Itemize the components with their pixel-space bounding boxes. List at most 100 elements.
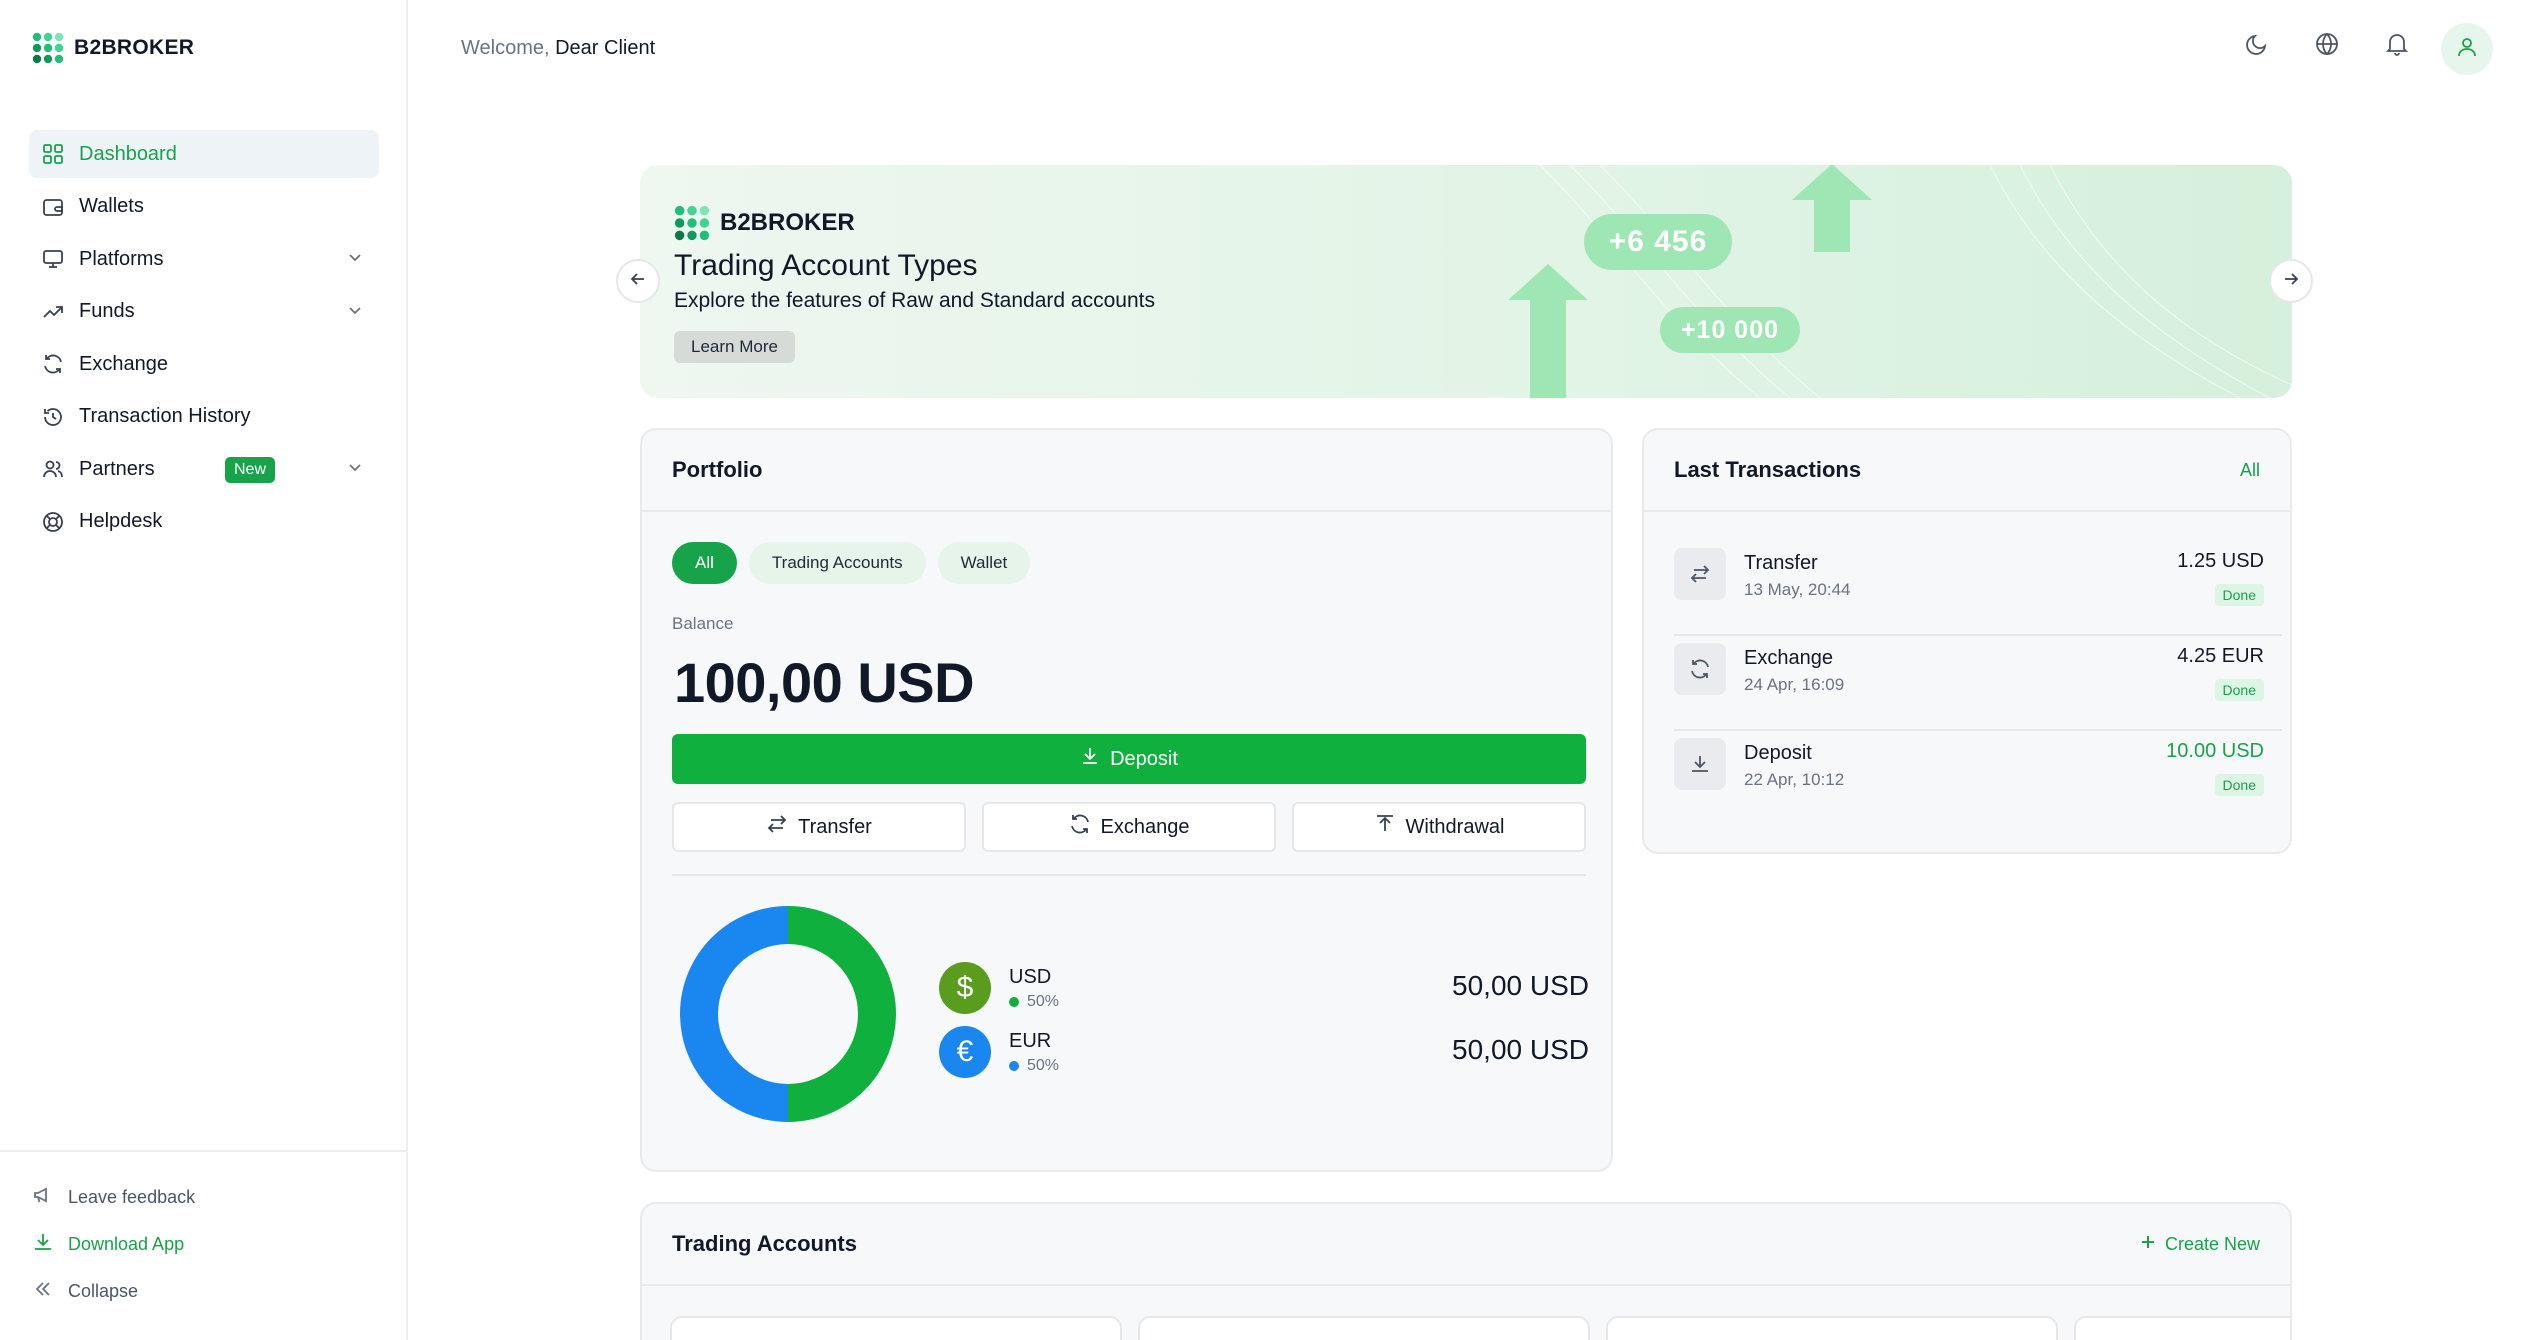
withdrawal-button[interactable]: Withdrawal (1292, 802, 1586, 852)
learn-more-button[interactable]: Learn More (674, 331, 795, 363)
welcome-text: Welcome, Dear Client (461, 37, 655, 60)
create-new-button[interactable]: Create New (2139, 1233, 2260, 1256)
trading-accounts-card: Trading Accounts Create New (640, 1202, 2292, 1340)
collapse-label: Collapse (68, 1281, 139, 1301)
transfer-button[interactable]: Transfer (672, 802, 966, 852)
sidebar-item-transaction-history[interactable]: Transaction History (29, 393, 379, 441)
tab-trading-accounts[interactable]: Trading Accounts (748, 542, 926, 584)
transactions-header: Last Transactions All (1644, 430, 2290, 512)
leave-feedback-label: Leave feedback (68, 1187, 196, 1207)
bell-icon (2384, 31, 2410, 62)
balance-value: 100,00 USD (674, 651, 975, 714)
currency-amount: 50,00 USD (1452, 1034, 1589, 1065)
arrow-right-icon (2281, 269, 2301, 294)
chevron-down-icon[interactable] (345, 247, 365, 273)
tab-wallet[interactable]: Wallet (937, 542, 1031, 584)
arrow-left-icon (628, 269, 648, 294)
banner-title: Trading Account Types (674, 249, 978, 282)
transaction-type: Transfer (1744, 552, 1818, 574)
banner-brand-name: B2BROKER (720, 209, 855, 236)
legend-dot (1009, 1061, 1019, 1071)
transaction-type: Deposit (1744, 742, 1812, 764)
user-avatar[interactable] (2441, 23, 2493, 75)
upload-icon (1374, 813, 1396, 841)
language-button[interactable] (2310, 29, 2344, 63)
trading-account-card[interactable] (1138, 1316, 1590, 1340)
megaphone-icon (32, 1184, 54, 1211)
transfer-label: Transfer (798, 815, 872, 838)
sidebar-item-label: Transaction History (79, 405, 251, 427)
deposit-label: Deposit (1110, 747, 1178, 770)
sidebar-item-wallets[interactable]: Wallets (29, 183, 379, 231)
deposit-button[interactable]: Deposit (672, 734, 1586, 784)
banner-prev-button[interactable] (616, 259, 660, 303)
notifications-button[interactable] (2380, 29, 2414, 63)
portfolio-donut-chart (680, 906, 896, 1122)
wallet-icon (41, 195, 65, 219)
trend-up-icon (41, 300, 65, 324)
promo-banner: B2BROKER Trading Account Types Explore t… (640, 165, 2292, 398)
sidebar-nav: Dashboard Wallets Platforms Funds Exchan… (29, 130, 379, 550)
sidebar-item-label: Partners (79, 457, 155, 480)
portfolio-tabs: All Trading Accounts Wallet (672, 542, 1031, 584)
tab-all[interactable]: All (672, 542, 737, 584)
status-badge: Done (2214, 774, 2264, 796)
currency-row-eur: € EUR 50% 50,00 USD (939, 1024, 1589, 1080)
banner-next-button[interactable] (2269, 259, 2313, 303)
download-icon (1080, 746, 1100, 772)
user-icon (2455, 35, 2479, 64)
exchange-button[interactable]: Exchange (982, 802, 1276, 852)
sidebar-item-label: Wallets (79, 195, 144, 217)
chevron-down-icon[interactable] (345, 457, 365, 483)
download-app-link[interactable]: Download App (32, 1231, 184, 1258)
sidebar-item-exchange[interactable]: Exchange (29, 340, 379, 388)
sidebar-item-label: Exchange (79, 352, 168, 375)
portfolio-title: Portfolio (672, 457, 763, 482)
transaction-row[interactable]: Deposit 22 Apr, 10:12 10.00 USD Done (1674, 720, 2264, 814)
monitor-icon (41, 247, 65, 271)
legend-dot (1009, 997, 1019, 1007)
transaction-row[interactable]: Exchange 24 Apr, 16:09 4.25 EUR Done (1674, 625, 2264, 719)
trading-account-card[interactable] (1606, 1316, 2058, 1340)
banner-brand: B2BROKER (674, 205, 855, 241)
trading-account-card[interactable] (2074, 1316, 2290, 1340)
sidebar: B2BROKER Dashboard Wallets Platforms Fun… (0, 0, 408, 1340)
currency-amount: 50,00 USD (1452, 970, 1589, 1001)
portfolio-divider (672, 874, 1586, 876)
lifebuoy-icon (41, 510, 65, 534)
exchange-label: Exchange (1100, 815, 1190, 838)
download-icon (32, 1231, 54, 1258)
create-new-label: Create New (2164, 1233, 2260, 1254)
transaction-date: 24 Apr, 16:09 (1744, 675, 1845, 694)
view-all-link[interactable]: All (2240, 460, 2260, 481)
sidebar-footer: Leave feedback Download App Collapse (0, 1150, 406, 1340)
brand-logo[interactable]: B2BROKER (32, 32, 194, 64)
refresh-icon (1674, 643, 1726, 695)
sidebar-item-platforms[interactable]: Platforms (29, 235, 379, 283)
currency-percent: 50% (1009, 1057, 1059, 1075)
leave-feedback-link[interactable]: Leave feedback (32, 1184, 195, 1211)
globe-icon (2314, 31, 2340, 62)
sidebar-item-funds[interactable]: Funds (29, 288, 379, 336)
brand-name: B2BROKER (74, 36, 195, 59)
transfer-icon (766, 813, 788, 841)
banner-subtitle: Explore the features of Raw and Standard… (674, 289, 1155, 312)
chevron-down-icon[interactable] (345, 300, 365, 326)
theme-toggle-button[interactable] (2240, 29, 2274, 63)
download-app-label: Download App (68, 1234, 185, 1254)
refresh-icon (1069, 813, 1091, 841)
sidebar-item-partners[interactable]: Partners New (29, 445, 379, 493)
banner-pill-1: +6 456 (1584, 214, 1732, 270)
collapse-button[interactable]: Collapse (32, 1278, 138, 1305)
transaction-row[interactable]: Transfer 13 May, 20:44 1.25 USD Done (1674, 530, 2264, 624)
trading-account-card[interactable] (670, 1316, 1122, 1340)
withdrawal-label: Withdrawal (1405, 815, 1505, 838)
transaction-amount: 4.25 EUR (2177, 645, 2264, 667)
double-chevron-left-icon (32, 1278, 54, 1305)
sidebar-item-dashboard[interactable]: Dashboard (29, 130, 379, 178)
transaction-date: 13 May, 20:44 (1744, 580, 1851, 599)
trading-accounts-title: Trading Accounts (672, 1231, 857, 1256)
sidebar-item-helpdesk[interactable]: Helpdesk (29, 498, 379, 546)
last-transactions-card: Last Transactions All Transfer 13 May, 2… (1642, 428, 2292, 854)
logo-icon (32, 32, 64, 64)
